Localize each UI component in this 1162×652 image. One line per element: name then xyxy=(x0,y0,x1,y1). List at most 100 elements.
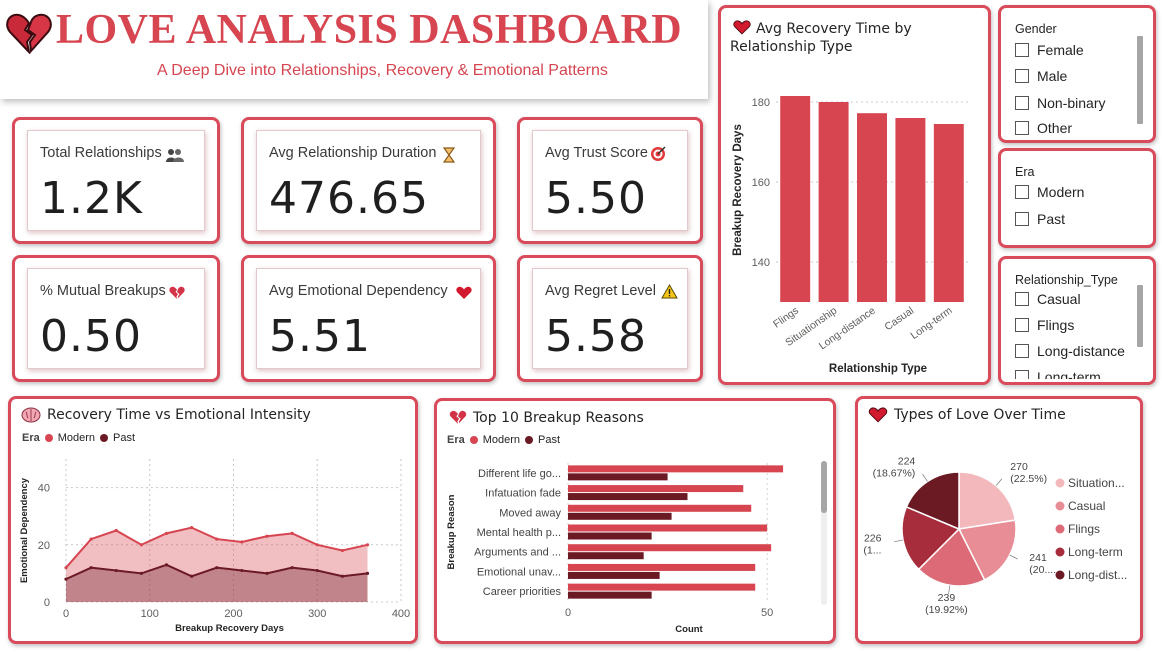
data-point xyxy=(139,543,143,547)
data-point xyxy=(340,548,344,553)
data-point xyxy=(215,537,219,541)
option-label: Flings xyxy=(1037,317,1075,333)
y-tick-label: 20 xyxy=(38,540,50,552)
bar-past xyxy=(568,552,644,560)
data-point xyxy=(240,568,244,573)
slicer-scrollbar[interactable] xyxy=(1137,285,1143,347)
legend-dot xyxy=(1055,547,1065,557)
slice-pct-label: (18.67%) xyxy=(873,468,916,480)
bar xyxy=(818,102,849,302)
option-label: Male xyxy=(1037,68,1068,84)
recovery-vs-emotion-chart: 020400 100 200 300 400Emotional DependencyBr… xyxy=(19,459,410,634)
relationship-option-long-term[interactable]: Long-term xyxy=(1015,369,1101,379)
checkbox[interactable] xyxy=(1015,370,1029,379)
kpi-card-total-relationships[interactable]: Total Relationships 1.2K xyxy=(12,117,220,244)
legend-dot xyxy=(1055,478,1065,488)
x-tick-label: 400 xyxy=(392,608,410,620)
y-tick-label: 140 xyxy=(752,257,770,269)
option-label: Long-distance xyxy=(1037,343,1125,359)
love-types-pie-chart: 270(22.5%) 241(20.... 239(19.92%) 226(1... 2… xyxy=(863,456,1127,617)
data-point xyxy=(64,577,68,581)
kpi-card-regret-level[interactable]: Avg Regret Level 5.58 xyxy=(517,255,703,382)
y-tick-label: Different life go... xyxy=(478,468,561,480)
relationship-option-long-distance[interactable]: Long-distance xyxy=(1015,343,1125,359)
legend-dot xyxy=(1055,501,1065,511)
option-label: Female xyxy=(1037,42,1084,58)
slice-pct-label: (20.... xyxy=(1029,564,1056,576)
era-slicer[interactable]: Era Modern Past xyxy=(998,148,1156,248)
bar-modern xyxy=(568,504,752,512)
slicer-title: Gender xyxy=(1015,22,1057,36)
data-point xyxy=(190,574,194,578)
bar-past xyxy=(568,532,652,540)
checkbox[interactable] xyxy=(1015,318,1029,332)
y-tick-label: 160 xyxy=(752,177,770,189)
recovery-vs-emotion-chart-card[interactable]: Recovery Time vs Emotional Intensity Era… xyxy=(8,396,418,644)
legend-item: Flings xyxy=(1068,522,1100,536)
kpi-label: Avg Regret Level xyxy=(545,283,656,299)
x-tick-label: Long-term xyxy=(908,304,954,341)
heart-icon xyxy=(456,285,472,304)
y-axis-label: Emotional Dependency xyxy=(19,477,30,583)
checkbox[interactable] xyxy=(1015,212,1029,226)
kpi-value: 5.51 xyxy=(269,311,371,362)
era-option-past[interactable]: Past xyxy=(1015,211,1065,227)
checkbox[interactable] xyxy=(1015,69,1029,83)
x-tick-label: 300 xyxy=(308,608,326,620)
y-tick-label: Emotional unav... xyxy=(477,566,561,578)
gender-slicer[interactable]: Gender Female Male Non-binary Other xyxy=(998,5,1156,143)
slice-pct-label: (22.5%) xyxy=(1010,473,1047,485)
slice-pct-label: (1... xyxy=(863,544,881,556)
checkbox[interactable] xyxy=(1015,121,1029,135)
checkbox[interactable] xyxy=(1015,43,1029,57)
kpi-value: 476.65 xyxy=(269,173,429,224)
gender-option-other[interactable]: Other xyxy=(1015,120,1072,136)
gender-option-male[interactable]: Male xyxy=(1015,68,1067,84)
chart-scrollbar[interactable] xyxy=(821,461,827,605)
page-title: LOVE ANALYSIS DASHBOARD xyxy=(56,7,683,53)
x-tick-label: 200 xyxy=(224,608,242,620)
recovery-by-type-chart-card[interactable]: Avg Recovery Time by Relationship Type 1… xyxy=(718,5,991,385)
love-types-chart-card[interactable]: Types of Love Over Time 270 (22.5%) 241 (20… xyxy=(855,396,1143,644)
data-point xyxy=(114,568,118,573)
checkbox[interactable] xyxy=(1015,185,1029,199)
slice-value-label: 270 xyxy=(1010,461,1028,473)
slice-value-label: 241 xyxy=(1029,552,1047,564)
relationship-type-slicer[interactable]: Relationship_Type Casual Flings Long-dis… xyxy=(998,256,1156,385)
bar xyxy=(895,118,926,302)
bar-past xyxy=(568,473,668,481)
slicer-scrollbar[interactable] xyxy=(1137,36,1143,124)
leader-line xyxy=(922,473,928,482)
data-point xyxy=(265,534,269,538)
x-tick-label: 0 xyxy=(565,607,571,619)
x-axis-label: Count xyxy=(675,624,703,635)
era-option-modern[interactable]: Modern xyxy=(1015,184,1084,200)
x-tick-label: 0 xyxy=(63,608,69,620)
kpi-card-avg-trust[interactable]: Avg Trust Score 5.50 xyxy=(517,117,703,244)
option-label: Non-binary xyxy=(1037,95,1106,111)
gender-option-non-binary[interactable]: Non-binary xyxy=(1015,95,1105,111)
checkbox[interactable] xyxy=(1015,292,1029,306)
kpi-card-avg-duration[interactable]: Avg Relationship Duration 476.65 xyxy=(241,117,496,244)
bar-modern xyxy=(568,524,768,532)
relationship-option-casual[interactable]: Casual xyxy=(1015,291,1081,307)
header-banner: LOVE ANALYSIS DASHBOARD A Deep Dive into… xyxy=(0,0,708,99)
x-axis-label: Breakup Recovery Days xyxy=(175,623,284,634)
checkbox[interactable] xyxy=(1015,96,1029,110)
y-tick-label: 0 xyxy=(44,597,50,609)
bar-modern xyxy=(568,485,744,493)
data-point xyxy=(290,531,294,535)
kpi-card-mutual-breakups[interactable]: % Mutual Breakups 0.50 xyxy=(12,255,220,382)
breakup-reasons-chart-card[interactable]: Top 10 Breakup Reasons Era Modern Past 0… xyxy=(434,398,836,644)
checkbox[interactable] xyxy=(1015,344,1029,358)
gender-option-female[interactable]: Female xyxy=(1015,42,1084,58)
data-point xyxy=(64,566,68,570)
kpi-card-emotional-dependency[interactable]: Avg Emotional Dependency 5.51 xyxy=(241,255,496,382)
bar-past xyxy=(568,591,652,599)
x-tick-label: Flings xyxy=(771,305,801,331)
kpi-value: 5.58 xyxy=(545,311,647,362)
bar-past xyxy=(568,512,672,520)
kpi-label: Total Relationships xyxy=(40,145,162,161)
relationship-option-flings[interactable]: Flings xyxy=(1015,317,1074,333)
data-point xyxy=(190,526,194,530)
